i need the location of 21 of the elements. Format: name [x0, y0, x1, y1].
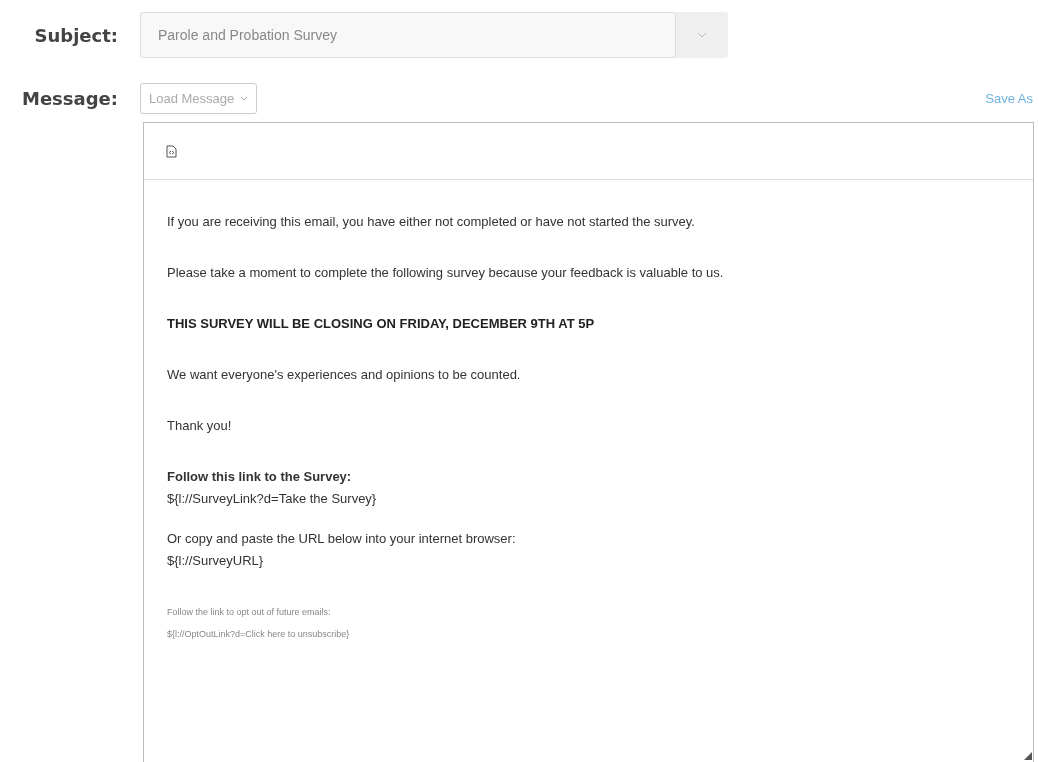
paragraph-text: ${l://SurveyURL} [167, 552, 264, 570]
paragraph-text: We want everyone's experiences and opinions to be counted. [167, 366, 521, 384]
load-message-button[interactable]: Load Message [140, 83, 258, 114]
paragraph-text: Follow this link to the Survey: [167, 468, 352, 486]
resize-handle-icon[interactable] [1024, 752, 1032, 760]
footer-text: ${l://OptOutLink?d=Click here to unsubscribe} [167, 628, 350, 641]
paragraph-text: Please take a moment to complete the following survey because your feedback is valuable to us. [167, 264, 724, 282]
footer-text: Follow the link to opt out of future emails: [167, 606, 331, 619]
source-code-file-icon[interactable] [166, 144, 177, 158]
message-label: Message: [21, 87, 119, 111]
subject-dropdown[interactable]: Parole and Probation Survey [140, 12, 728, 58]
paragraph-text: Thank you! [167, 417, 232, 435]
paragraph-text: ${l://SurveyLink?d=Take the Survey} [167, 490, 377, 508]
paragraph-text: If you are receiving this email, you have either not completed or have not started the survey. [167, 213, 695, 231]
save-as-link[interactable]: Save As [985, 88, 1033, 109]
heading-text: THIS SURVEY WILL BE CLOSING ON FRIDAY, DECEMBER 9TH AT 5P [167, 315, 595, 333]
subject-label: Subject: [33, 23, 119, 48]
subject-value: Parole and Probation Survey [158, 25, 337, 45]
chevron-down-icon [240, 96, 249, 101]
paragraph-text: Or copy and paste the URL below into your internet browser: [167, 530, 516, 548]
chevron-down-icon [697, 32, 707, 38]
